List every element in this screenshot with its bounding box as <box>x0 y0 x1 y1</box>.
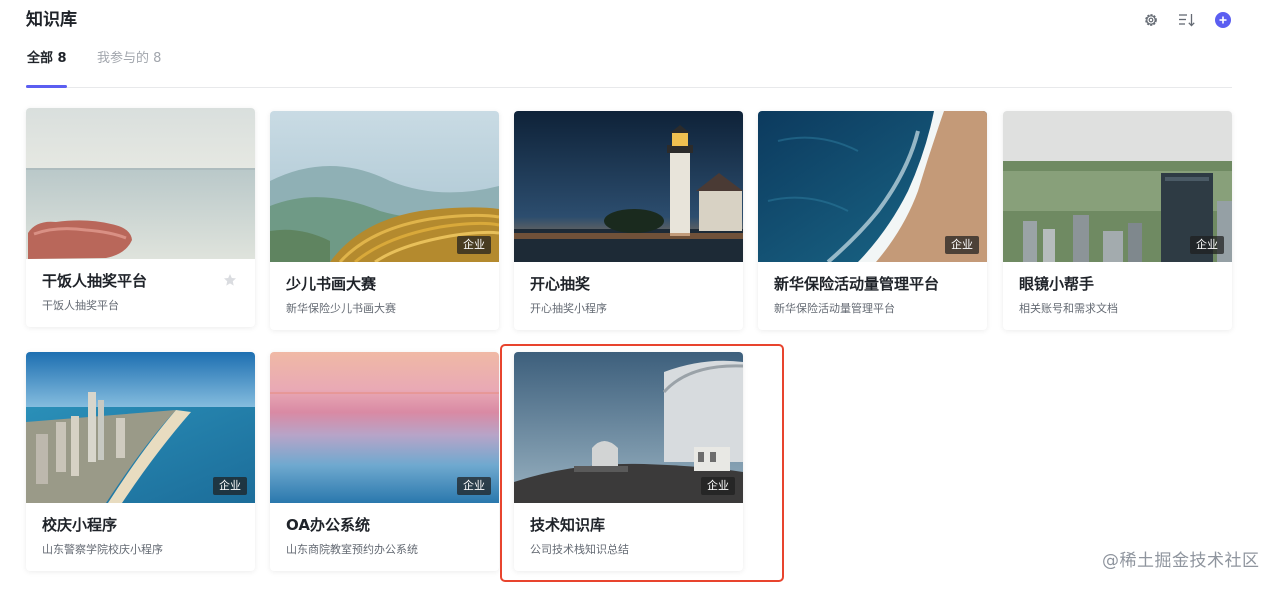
card-cover-city-park: 企业 <box>1003 111 1232 262</box>
card-title: OA办公系统 <box>286 516 370 534</box>
header-actions <box>1142 11 1232 29</box>
card-cover-pastel-sea: 企业 <box>270 352 499 503</box>
card-cover-rice-terraces: 企业 <box>270 111 499 262</box>
active-tab-indicator <box>26 85 67 88</box>
tab-all[interactable]: 全部 8 <box>27 50 67 68</box>
enterprise-badge: 企业 <box>457 236 491 254</box>
knowledge-card[interactable]: 企业 眼镜小帮手 相关账号和需求文档 <box>1003 111 1232 330</box>
card-title: 干饭人抽奖平台 <box>42 272 148 290</box>
sort-icon[interactable] <box>1178 11 1196 29</box>
page-title: 知识库 <box>26 10 77 30</box>
card-description: 新华保险少儿书画大赛 <box>286 302 396 315</box>
card-description: 新华保险活动量管理平台 <box>774 302 895 315</box>
knowledge-card[interactable]: 企业 OA办公系统 山东商院教室预约办公系统 <box>270 352 499 571</box>
knowledge-card[interactable]: 企业 校庆小程序 山东警察学院校庆小程序 <box>26 352 255 571</box>
card-description: 干饭人抽奖平台 <box>42 299 119 312</box>
knowledge-card[interactable]: 企业 新华保险活动量管理平台 新华保险活动量管理平台 <box>758 111 987 330</box>
card-cover-beach-rock <box>26 108 255 259</box>
card-title: 校庆小程序 <box>42 516 118 534</box>
card-cover-coastal-city: 企业 <box>26 352 255 503</box>
header: 知识库 <box>26 9 1232 33</box>
enterprise-badge: 企业 <box>213 477 247 495</box>
gear-icon[interactable] <box>1142 11 1160 29</box>
card-description: 相关账号和需求文档 <box>1019 302 1118 315</box>
watermark: @稀土掘金技术社区 <box>1102 551 1260 571</box>
card-cover-ocean-shore: 企业 <box>758 111 987 262</box>
enterprise-badge: 企业 <box>457 477 491 495</box>
card-title: 新华保险活动量管理平台 <box>774 275 940 293</box>
card-cover-lighthouse-night <box>514 111 743 262</box>
card-title: 少儿书画大赛 <box>286 275 377 293</box>
card-description: 山东警察学院校庆小程序 <box>42 543 163 556</box>
tab-participated[interactable]: 我参与的 8 <box>97 50 161 68</box>
knowledge-card[interactable]: 企业 少儿书画大赛 新华保险少儿书画大赛 <box>270 111 499 330</box>
card-description: 山东商院教室预约办公系统 <box>286 543 418 556</box>
card-title: 眼镜小帮手 <box>1019 275 1095 293</box>
plus-circle-icon[interactable] <box>1214 11 1232 29</box>
enterprise-badge: 企业 <box>1190 236 1224 254</box>
card-title: 开心抽奖 <box>530 275 591 293</box>
knowledge-card[interactable]: 干饭人抽奖平台 干饭人抽奖平台 <box>26 108 255 327</box>
enterprise-badge: 企业 <box>945 236 979 254</box>
knowledge-card[interactable]: 开心抽奖 开心抽奖小程序 <box>514 111 743 330</box>
tab-bar: 全部 8 我参与的 8 <box>26 48 1232 88</box>
star-icon[interactable] <box>223 272 237 291</box>
card-description: 开心抽奖小程序 <box>530 302 607 315</box>
highlight-annotation <box>500 344 784 582</box>
